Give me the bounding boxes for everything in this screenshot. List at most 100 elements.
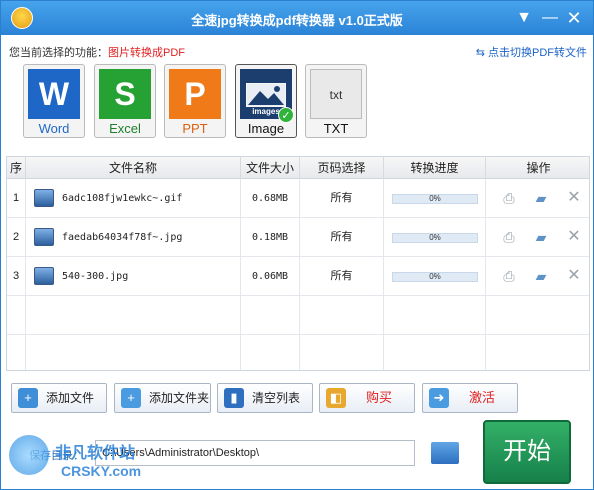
add-folder-button[interactable]: + 添加文件夹 <box>114 383 211 413</box>
add-file-button[interactable]: + 添加文件 <box>11 383 107 413</box>
browse-folder-icon[interactable] <box>431 442 459 464</box>
switch-mode-label: 点击切换PDF转文件 <box>488 47 587 59</box>
delete-icon[interactable]: ✕ <box>566 229 582 245</box>
format-label-txt: TXT <box>323 121 349 136</box>
row-filename: 6adc108fjw1ewkc~.gif <box>62 193 183 204</box>
current-function: 图片转换成PDF <box>108 47 185 59</box>
activate-label: 激活 <box>469 390 496 405</box>
add-folder-label: 添加文件夹 <box>149 391 210 405</box>
empty-cell <box>241 296 300 335</box>
empty-row <box>7 335 589 370</box>
row-page-select[interactable]: 所有 <box>300 218 384 257</box>
format-txt-button[interactable]: txt TXT <box>305 64 367 138</box>
row-filename-cell: faedab64034f78f~.jpg <box>26 218 241 257</box>
col-pages: 页码选择 <box>300 157 384 179</box>
empty-cell <box>26 296 241 335</box>
clear-list-button[interactable]: ▮ 清空列表 <box>217 383 313 413</box>
arrow-right-icon: ➜ <box>429 388 449 408</box>
row-page-select[interactable]: 所有 <box>300 179 384 218</box>
print-icon[interactable]: ⎙ <box>501 230 517 244</box>
row-filename-cell: 6adc108fjw1ewkc~.gif <box>26 179 241 218</box>
row-actions: ⎙ ▰ ✕ <box>486 179 589 218</box>
table-header: 序 文件名称 文件大小 页码选择 转换进度 操作 <box>7 157 589 179</box>
folder-icon[interactable]: ▰ <box>533 230 549 244</box>
empty-cell <box>241 335 300 370</box>
empty-row <box>7 296 589 335</box>
empty-cell <box>300 296 384 335</box>
row-actions: ⎙ ▰ ✕ <box>486 218 589 257</box>
close-button[interactable]: ✕ <box>563 7 585 29</box>
trash-icon: ▮ <box>224 388 244 408</box>
folder-icon[interactable]: ▰ <box>533 269 549 283</box>
image-file-icon <box>34 189 54 207</box>
delete-icon[interactable]: ✕ <box>566 268 582 284</box>
add-folder-icon: + <box>121 388 141 408</box>
progress-bar: 0% <box>392 194 478 204</box>
print-icon[interactable]: ⎙ <box>501 269 517 283</box>
watermark-brand: 非凡软件站 <box>55 445 136 462</box>
txt-icon: txt <box>310 69 362 119</box>
shopping-bag-icon: ◧ <box>326 388 346 408</box>
col-filename: 文件名称 <box>26 157 241 179</box>
ppt-icon: P <box>169 69 221 119</box>
watermark-sub: CRSKY.com <box>61 463 142 479</box>
menu-dropdown-icon[interactable]: ▼ <box>513 7 535 29</box>
col-progress: 转换进度 <box>384 157 486 179</box>
table-row[interactable]: 3 540-300.jpg 0.06MB 所有 0% ⎙ ▰ ✕ <box>7 257 589 296</box>
minimize-button[interactable]: — <box>539 7 561 29</box>
add-file-label: 添加文件 <box>46 391 95 405</box>
row-index: 3 <box>7 257 26 296</box>
format-label-ppt: PPT <box>182 121 208 136</box>
switch-arrows-icon: ⇆ <box>475 47 485 59</box>
image-file-icon <box>34 228 54 246</box>
empty-cell <box>7 335 26 370</box>
row-filename: 540-300.jpg <box>62 271 129 282</box>
excel-icon: S <box>99 69 151 119</box>
buy-label: 购买 <box>366 390 393 405</box>
format-label-excel: Excel <box>109 121 141 136</box>
row-filename: faedab64034f78f~.jpg <box>62 232 183 243</box>
format-excel-button[interactable]: S Excel <box>94 64 156 138</box>
table-row[interactable]: 2 faedab64034f78f~.jpg 0.18MB 所有 0% ⎙ ▰ … <box>7 218 589 257</box>
col-index: 序 <box>7 157 26 179</box>
window-title: 全速jpg转换成pdf转换器 v1.0正式版 <box>191 13 403 28</box>
progress-text: 0% <box>429 194 441 203</box>
row-progress-cell: 0% <box>384 179 486 218</box>
title-bar: 全速jpg转换成pdf转换器 v1.0正式版 ▼ — ✕ <box>1 1 593 35</box>
print-icon[interactable]: ⎙ <box>501 191 517 205</box>
activate-button[interactable]: ➜ 激活 <box>422 383 518 413</box>
function-label: 您当前选择的功能：图片转换成PDF <box>9 44 185 60</box>
row-progress-cell: 0% <box>384 257 486 296</box>
row-page-select[interactable]: 所有 <box>300 257 384 296</box>
empty-cell <box>384 335 486 370</box>
empty-cell <box>486 335 589 370</box>
watermark-logo-icon <box>9 435 49 475</box>
format-ppt-button[interactable]: P PPT <box>164 64 226 138</box>
progress-text: 0% <box>429 272 441 281</box>
start-button[interactable]: 开始 <box>483 420 571 484</box>
format-label-image: Image <box>247 121 285 136</box>
format-word-button[interactable]: W Word <box>23 64 85 138</box>
image-file-icon <box>34 267 54 285</box>
delete-icon[interactable]: ✕ <box>566 190 582 206</box>
row-filesize: 0.68MB <box>241 179 300 218</box>
col-actions: 操作 <box>526 161 551 175</box>
word-icon: W <box>28 69 80 119</box>
function-prompt: 您当前选择的功能： <box>9 47 108 59</box>
row-index: 2 <box>7 218 26 257</box>
progress-bar: 0% <box>392 233 478 243</box>
clear-list-label: 清空列表 <box>252 391 301 405</box>
empty-cell <box>26 335 241 370</box>
empty-cell <box>7 296 26 335</box>
app-window: 全速jpg转换成pdf转换器 v1.0正式版 ▼ — ✕ 您当前选择的功能：图片… <box>0 0 594 490</box>
row-actions: ⎙ ▰ ✕ <box>486 257 589 296</box>
format-image-button[interactable]: images ✓ Image <box>235 64 297 138</box>
buy-button[interactable]: ◧ 购买 <box>319 383 415 413</box>
empty-cell <box>384 296 486 335</box>
switch-mode-link[interactable]: ⇆ 点击切换PDF转文件 <box>476 44 587 60</box>
row-filesize: 0.18MB <box>241 218 300 257</box>
table-row[interactable]: 1 6adc108fjw1ewkc~.gif 0.68MB 所有 0% ⎙ ▰ … <box>7 179 589 218</box>
folder-icon[interactable]: ▰ <box>533 191 549 205</box>
empty-cell <box>300 335 384 370</box>
row-index: 1 <box>7 179 26 218</box>
